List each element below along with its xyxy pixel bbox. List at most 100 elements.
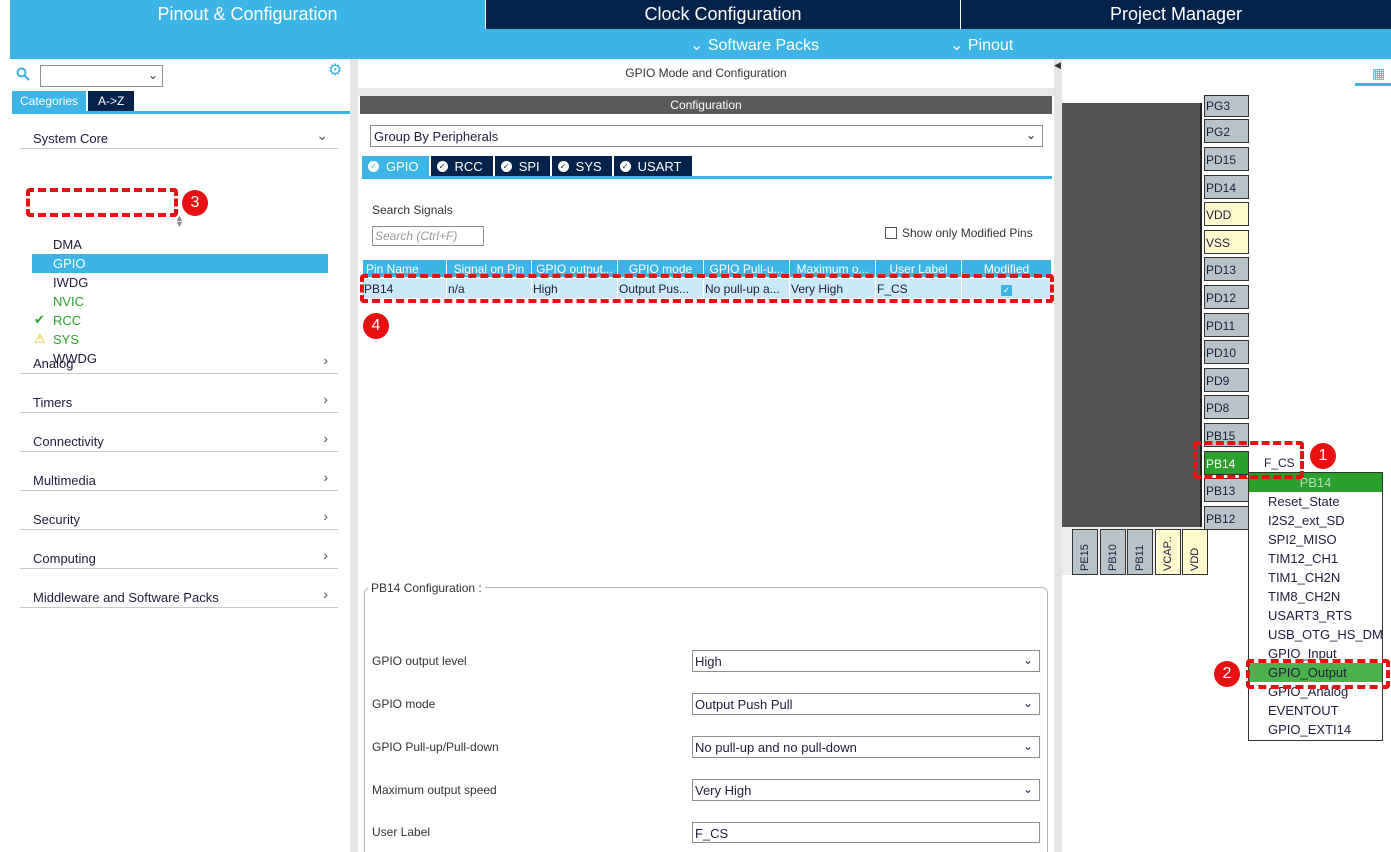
annotation-badge-4: 4: [363, 313, 389, 339]
pin-pd13[interactable]: PD13: [1204, 257, 1249, 281]
gpio-mode-select[interactable]: Output Push Pull ⌄: [692, 693, 1040, 715]
gear-icon[interactable]: ⚙: [328, 63, 344, 79]
menu-item-tim8-ch2n[interactable]: TIM8_CH2N: [1249, 587, 1382, 606]
category-search-combo[interactable]: ⌄: [40, 65, 163, 87]
category-tree: System Core ⌄ ▲ ▼ DMA GPIO IWDG NVIC ✔ RCC …: [10, 115, 350, 845]
sidebar-item-gpio[interactable]: GPIO: [32, 254, 328, 273]
sidebar-item-iwdg[interactable]: IWDG: [32, 273, 328, 292]
item-label: NVIC: [53, 294, 85, 309]
panel-splitter[interactable]: [350, 59, 358, 852]
pin-pd9[interactable]: PD9: [1204, 368, 1249, 392]
section-timers[interactable]: Timers ›: [20, 387, 338, 413]
pin-pb13[interactable]: PB13: [1204, 478, 1249, 502]
group-by-select[interactable]: Group By Peripherals ⌄: [370, 125, 1043, 147]
tab-rcc[interactable]: ✓ RCC: [430, 156, 493, 176]
user-label-input[interactable]: F_CS: [692, 822, 1040, 843]
speed-label: Maximum output speed: [372, 783, 497, 797]
item-label: GPIO: [53, 256, 86, 271]
pin-vdd[interactable]: VDD: [1204, 202, 1249, 226]
pin-pd14[interactable]: PD14: [1204, 175, 1249, 199]
sidebar-item-sys[interactable]: ⚠ SYS: [32, 330, 328, 349]
panel-title: GPIO Mode and Configuration: [625, 66, 787, 80]
warning-icon: ⚠: [34, 331, 46, 346]
tab-label: SPI: [518, 158, 540, 174]
software-packs-label: Software Packs: [707, 37, 820, 54]
chevron-down-icon: ⌄: [1022, 782, 1033, 796]
tab-label: GPIO: [386, 158, 419, 174]
menu-item-eventout[interactable]: EVENTOUT: [1249, 701, 1382, 720]
tab-categories[interactable]: Categories: [12, 91, 87, 111]
pinout-menu[interactable]: ⌄ Pinout: [950, 35, 1013, 55]
section-security[interactable]: Security ›: [20, 504, 338, 530]
pin-pb10[interactable]: PB10: [1100, 529, 1126, 575]
tab-sys[interactable]: ✓ SYS: [551, 156, 612, 176]
pull-select[interactable]: No pull-up and no pull-down ⌄: [692, 736, 1040, 758]
section-connectivity[interactable]: Connectivity ›: [20, 426, 338, 452]
chevron-right-icon: ›: [323, 547, 328, 563]
menu-item-gpio-exti14[interactable]: GPIO_EXTI14: [1249, 720, 1382, 739]
chevron-down-icon: ⌄: [1025, 128, 1036, 142]
speed-select[interactable]: Very High ⌄: [692, 779, 1040, 801]
pin-pg2[interactable]: PG2: [1204, 119, 1249, 143]
check-circle-icon: ✓: [619, 160, 631, 172]
annotation-badge-2: 2: [1214, 661, 1240, 687]
pin-pd15[interactable]: PD15: [1204, 147, 1249, 171]
pb14-config-group: [364, 587, 1048, 852]
pin-pd10[interactable]: PD10: [1204, 340, 1249, 364]
peripheral-tabs: ✓ GPIO ✓ RCC ✓ SPI ✓ SYS ✓ USART: [362, 156, 694, 176]
select-value: Very High: [695, 783, 752, 798]
section-computing[interactable]: Computing ›: [20, 543, 338, 569]
pin-vdd-bottom[interactable]: VDD: [1182, 529, 1208, 575]
show-modified-label: Show only Modified Pins: [902, 226, 1033, 240]
pin-pg3[interactable]: PG3: [1204, 95, 1249, 117]
show-modified-checkbox[interactable]: [885, 227, 897, 239]
section-system-core[interactable]: System Core ⌄: [20, 123, 338, 149]
software-packs-menu[interactable]: ⌄ Software Packs: [690, 35, 819, 55]
menu-item-tim1-ch2n[interactable]: TIM1_CH2N: [1249, 568, 1382, 587]
tab-pinout-configuration[interactable]: Pinout & Configuration: [10, 0, 485, 29]
menu-item-usart3-rts[interactable]: USART3_RTS: [1249, 606, 1382, 625]
tab-underline: [12, 111, 350, 114]
pin-pb12[interactable]: PB12: [1204, 506, 1249, 530]
tab-spi[interactable]: ✓ SPI: [494, 156, 550, 176]
menu-item-i2s2-ext-sd[interactable]: I2S2_ext_SD: [1249, 511, 1382, 530]
pin-vcap[interactable]: VCAP..: [1155, 529, 1181, 575]
section-analog[interactable]: Analog ›: [20, 348, 338, 374]
sort-arrows-icon[interactable]: ▲ ▼: [175, 214, 184, 229]
chevron-right-icon: ›: [323, 352, 328, 368]
tab-project-manager[interactable]: Project Manager: [960, 0, 1391, 29]
collapse-arrow-icon[interactable]: ◀: [1054, 60, 1061, 71]
tab-a-z[interactable]: A->Z: [88, 91, 135, 111]
annotation-highlight-1: [1193, 441, 1304, 479]
annotation-highlight-3: [26, 188, 178, 217]
annotation-highlight-4: [360, 274, 1054, 303]
pin-pd12[interactable]: PD12: [1204, 285, 1249, 309]
sidebar-item-nvic[interactable]: NVIC: [32, 292, 328, 311]
pin-pe15[interactable]: PE15: [1072, 529, 1098, 575]
chip-view-icon[interactable]: ▦: [1372, 65, 1388, 81]
top-tab-bar: Pinout & Configuration Clock Configurati…: [10, 0, 1391, 29]
chevron-down-icon: ⌄: [147, 68, 158, 82]
pin-pd11[interactable]: PD11: [1204, 313, 1249, 337]
panel-splitter[interactable]: [1054, 59, 1062, 852]
menu-item-spi2-miso[interactable]: SPI2_MISO: [1249, 530, 1382, 549]
tab-clock-configuration[interactable]: Clock Configuration: [485, 0, 960, 29]
menu-item-usb-otg-hs-dm[interactable]: USB_OTG_HS_DM: [1249, 625, 1382, 644]
output-level-select[interactable]: High ⌄: [692, 650, 1040, 672]
pin-pd8[interactable]: PD8: [1204, 395, 1249, 419]
sidebar-item-rcc[interactable]: ✔ RCC: [32, 311, 328, 330]
search-signals-input[interactable]: Search (Ctrl+F): [372, 226, 484, 246]
menu-item-reset-state[interactable]: Reset_State: [1249, 492, 1382, 511]
section-multimedia[interactable]: Multimedia ›: [20, 465, 338, 491]
pin-pb11[interactable]: PB11: [1127, 529, 1153, 575]
search-icon[interactable]: [16, 67, 30, 81]
pin-label: VCAP..: [1162, 536, 1174, 571]
category-view-tabs: Categories A->Z: [12, 91, 135, 111]
search-signals-label: Search Signals: [372, 203, 453, 217]
tab-usart[interactable]: ✓ USART: [613, 156, 692, 176]
tab-gpio[interactable]: ✓ GPIO: [362, 156, 429, 176]
sidebar-item-dma[interactable]: DMA: [32, 235, 328, 254]
section-middleware[interactable]: Middleware and Software Packs ›: [20, 582, 338, 608]
pin-vss[interactable]: VSS: [1204, 230, 1249, 254]
menu-item-tim12-ch1[interactable]: TIM12_CH1: [1249, 549, 1382, 568]
